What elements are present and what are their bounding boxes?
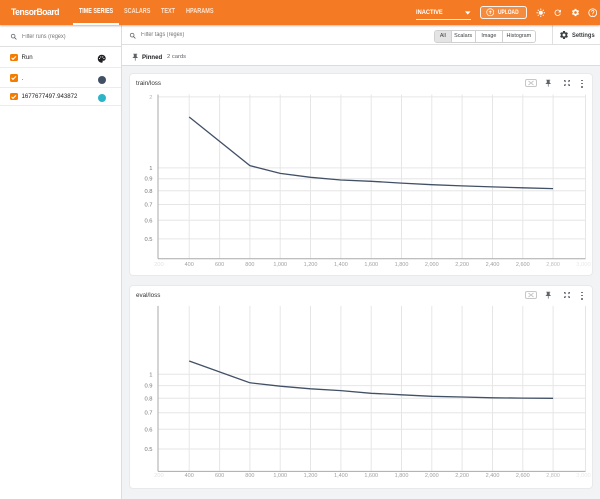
svg-text:1,200: 1,200 [304,473,318,479]
svg-text:800: 800 [245,473,254,479]
svg-text:600: 600 [215,262,224,268]
svg-text:2,200: 2,200 [455,262,469,268]
svg-text:2,600: 2,600 [516,262,530,268]
svg-text:600: 600 [215,473,224,479]
svg-text:1,400: 1,400 [334,473,348,479]
svg-text:2,000: 2,000 [425,262,439,268]
svg-text:1,800: 1,800 [395,473,409,479]
svg-text:0.5: 0.5 [144,237,152,243]
svg-text:1,800: 1,800 [395,262,409,268]
svg-text:3,000: 3,000 [576,262,591,268]
svg-text:1: 1 [149,372,152,378]
svg-text:1,600: 1,600 [364,262,378,268]
svg-text:2,400: 2,400 [486,473,500,479]
svg-text:1,400: 1,400 [334,262,348,268]
svg-text:400: 400 [185,473,194,479]
svg-text:1: 1 [149,166,152,172]
svg-text:2,400: 2,400 [486,262,500,268]
svg-text:0.7: 0.7 [144,411,152,417]
svg-text:3,000: 3,000 [576,473,591,479]
svg-text:2,800: 2,800 [546,473,560,479]
svg-text:1,000: 1,000 [273,262,287,268]
svg-text:0.6: 0.6 [144,427,152,433]
svg-text:1,600: 1,600 [364,473,378,479]
svg-text:2,600: 2,600 [516,473,530,479]
svg-text:1,200: 1,200 [304,262,318,268]
svg-text:2: 2 [149,95,152,101]
svg-text:2,800: 2,800 [546,262,560,268]
svg-text:0.6: 0.6 [144,218,152,224]
svg-text:0.9: 0.9 [144,384,152,390]
svg-text:0.9: 0.9 [144,177,152,183]
svg-text:0.7: 0.7 [144,203,152,209]
svg-text:200: 200 [154,262,164,268]
svg-text:800: 800 [245,262,254,268]
svg-text:0.5: 0.5 [144,447,152,453]
svg-text:2,200: 2,200 [455,473,469,479]
svg-text:200: 200 [154,473,164,479]
svg-text:1,000: 1,000 [273,473,287,479]
svg-text:0.8: 0.8 [144,396,152,402]
svg-text:0.8: 0.8 [144,189,152,195]
svg-text:2,000: 2,000 [425,473,439,479]
svg-text:400: 400 [185,262,194,268]
